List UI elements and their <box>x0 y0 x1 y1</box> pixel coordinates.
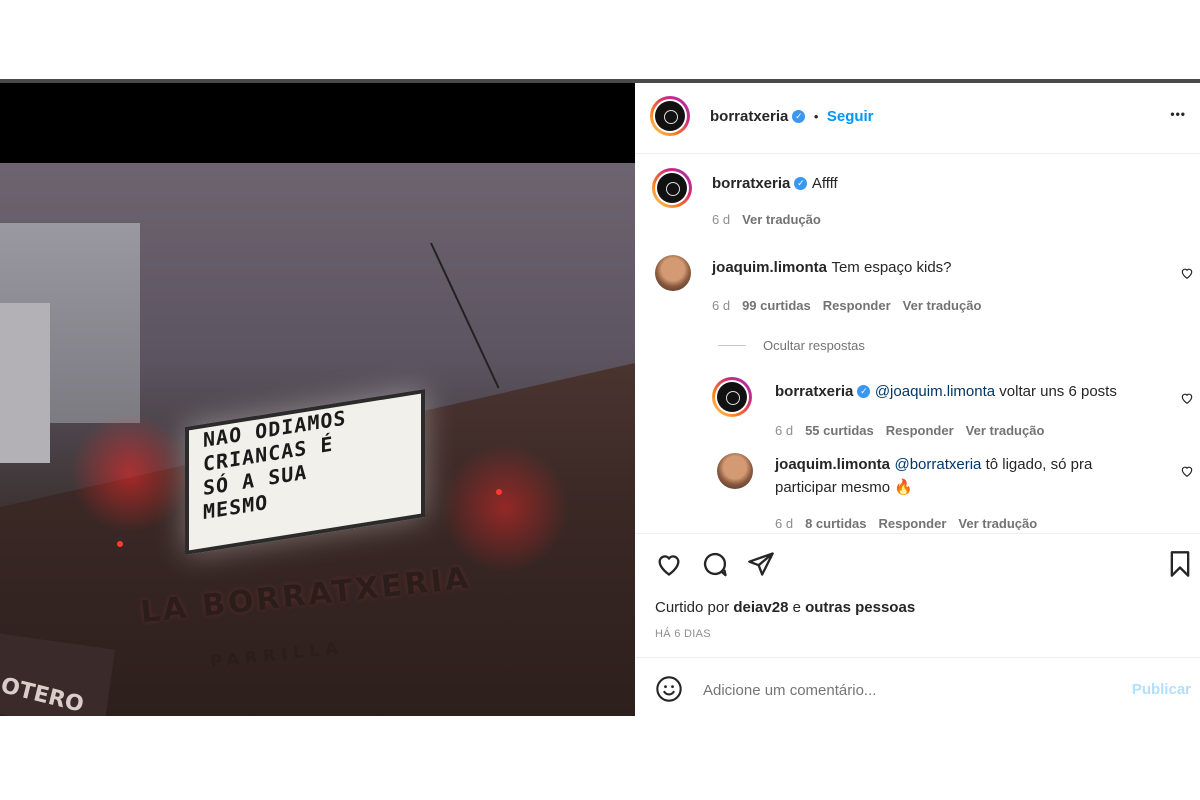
caption-username[interactable]: borratxeria <box>712 175 790 192</box>
replies-divider <box>718 345 746 346</box>
red-light <box>496 489 502 495</box>
bookmark-icon[interactable] <box>1166 550 1194 578</box>
comment-text: Tem espaço kids? <box>831 259 952 276</box>
post-date[interactable]: HÁ 6 DIAS <box>655 628 711 640</box>
comment-meta: 6 d 99 curtidas Responder Ver tradução <box>712 298 981 313</box>
caption-time[interactable]: 6 d <box>712 212 730 227</box>
comment-username[interactable]: joaquim.limonta <box>712 259 827 276</box>
dot-separator: • <box>813 109 819 124</box>
reply-likes[interactable]: 8 curtidas <box>805 516 866 530</box>
reply-time[interactable]: 6 d <box>775 423 793 438</box>
comment-input[interactable] <box>701 678 1105 702</box>
like-comment-heart-icon[interactable] <box>1180 464 1194 478</box>
liker-username[interactable]: deiav28 <box>733 599 788 616</box>
borratxeria-logo <box>655 101 685 131</box>
caption-meta: 6 d Ver tradução <box>712 212 821 227</box>
mention-link[interactable]: @borratxeria <box>894 456 981 473</box>
power-wire <box>430 242 500 389</box>
likes-prefix: Curtido por <box>655 599 734 616</box>
reply-text: tô ligado, só pra <box>981 456 1093 473</box>
reply-likes[interactable]: 55 curtidas <box>805 423 874 438</box>
verified-icon: ✓ <box>857 385 871 399</box>
post-header: borratxeria ✓ • Seguir ••• <box>635 83 1200 154</box>
avatar[interactable] <box>717 453 753 489</box>
like-comment-heart-icon[interactable] <box>1180 266 1194 280</box>
red-light-glow <box>440 443 570 573</box>
reply-time[interactable]: 6 d <box>775 516 793 530</box>
borratxeria-logo <box>717 382 747 412</box>
hide-replies-button[interactable]: Ocultar respostas <box>763 338 865 353</box>
avatar[interactable] <box>652 168 692 208</box>
more-icon[interactable]: ••• <box>1170 107 1186 121</box>
comment-likes[interactable]: 99 curtidas <box>742 298 811 313</box>
translate-link[interactable]: Ver tradução <box>742 212 821 227</box>
reply-username[interactable]: borratxeria <box>775 383 853 400</box>
comment-icon[interactable] <box>701 550 729 578</box>
header-user: borratxeria ✓ • Seguir <box>710 108 874 126</box>
post-photo: NAO ODIAMOS CRIANCAS É SÓ A SUA MESMO LA… <box>0 163 635 716</box>
avatar[interactable] <box>655 255 691 291</box>
verified-icon: ✓ <box>794 177 808 191</box>
reply: joaquim.limonta @borratxeria tô ligado, … <box>775 456 1092 474</box>
reply-text-continued: participar mesmo 🔥 <box>775 479 913 496</box>
red-light-glow <box>70 413 190 533</box>
reply-link[interactable]: Responder <box>886 423 954 438</box>
reply-link[interactable]: Responder <box>879 516 947 530</box>
post-media[interactable]: NAO ODIAMOS CRIANCAS É SÓ A SUA MESMO LA… <box>0 83 635 716</box>
avatar[interactable] <box>712 377 752 417</box>
share-icon[interactable] <box>747 550 775 578</box>
red-light <box>117 541 123 547</box>
like-comment-heart-icon[interactable] <box>1180 391 1194 405</box>
translate-link[interactable]: Ver tradução <box>903 298 982 313</box>
comment: joaquim.limonta Tem espaço kids? <box>712 259 952 277</box>
post-sidebar: borratxeria ✓ • Seguir ••• borratxeria ✓ A… <box>635 83 1200 716</box>
likes-others[interactable]: outras pessoas <box>805 599 915 616</box>
likes-mid: e <box>788 599 806 616</box>
reply-link[interactable]: Responder <box>823 298 891 313</box>
reply-meta: 6 d 55 curtidas Responder Ver tradução <box>775 423 1044 438</box>
borratxeria-logo <box>657 173 687 203</box>
translate-link[interactable]: Ver tradução <box>958 516 1037 530</box>
caption: borratxeria ✓ Affff <box>712 175 838 193</box>
follow-button[interactable]: Seguir <box>827 108 874 125</box>
publish-button[interactable]: Publicar <box>1132 681 1191 698</box>
reply-username[interactable]: joaquim.limonta <box>775 456 890 473</box>
building-side <box>0 303 50 463</box>
composer-divider <box>635 657 1200 659</box>
caption-text: Affff <box>811 175 838 192</box>
reply-text: voltar uns 6 posts <box>995 383 1117 400</box>
mention-link[interactable]: @joaquim.limonta <box>875 383 995 400</box>
actions-divider <box>635 533 1200 535</box>
heart-icon[interactable] <box>655 550 683 578</box>
username-link[interactable]: borratxeria <box>710 108 788 125</box>
reply-meta: 6 d 8 curtidas Responder Ver tradução <box>775 516 1037 530</box>
comment-time[interactable]: 6 d <box>712 298 730 313</box>
emoji-icon[interactable] <box>655 675 683 703</box>
verified-icon: ✓ <box>792 110 806 124</box>
likes-summary: Curtido por deiav28 e outras pessoas <box>655 599 915 616</box>
translate-link[interactable]: Ver tradução <box>966 423 1045 438</box>
reply: borratxeria ✓ @joaquim.limonta voltar uns… <box>775 383 1117 401</box>
avatar[interactable] <box>650 96 690 136</box>
